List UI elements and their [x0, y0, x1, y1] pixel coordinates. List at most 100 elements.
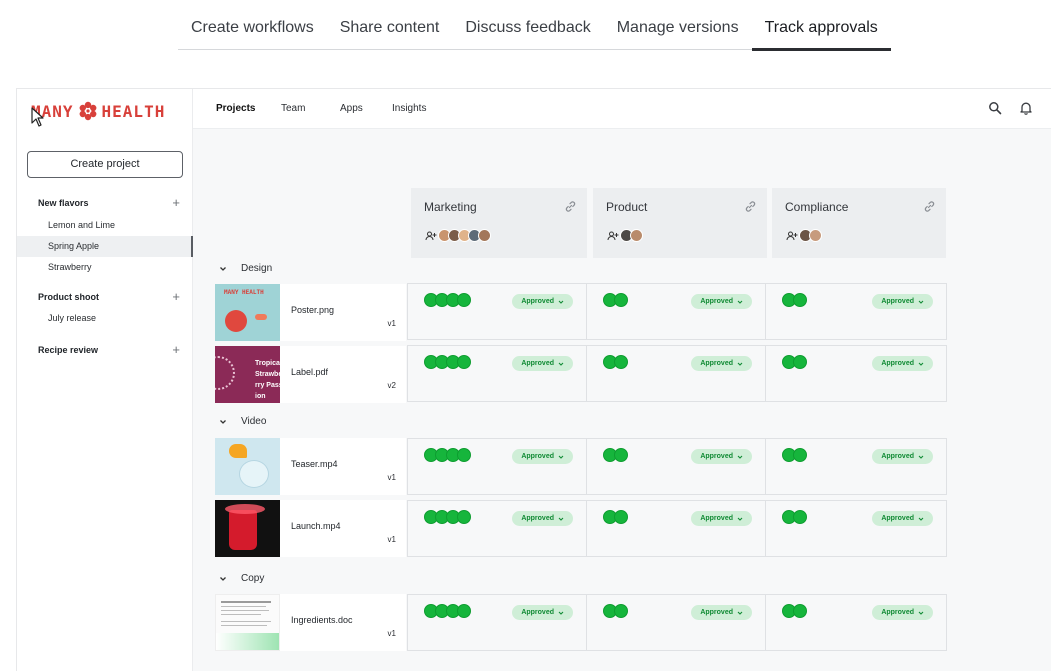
approval-cell-compliance[interactable]: Approved	[765, 594, 947, 651]
link-icon[interactable]	[564, 200, 577, 213]
column-title: Compliance	[785, 200, 849, 214]
file-name: Launch.mp4	[291, 521, 341, 531]
status-badge-approved[interactable]: Approved	[691, 294, 752, 309]
approval-cell-marketing[interactable]: Approved	[407, 500, 587, 557]
approval-cell-marketing[interactable]: Approved	[407, 345, 587, 402]
reviewer-avatars[interactable]	[607, 229, 643, 242]
thumbnail-brand-text: MANY HEALTH	[224, 289, 264, 296]
approver-dots	[603, 448, 628, 462]
brand-logo[interactable]: MANY HEALTH	[31, 101, 165, 121]
approval-cell-marketing[interactable]: Approved	[407, 594, 587, 651]
chevron-down-icon	[918, 611, 924, 615]
status-badge-approved[interactable]: Approved	[512, 356, 573, 371]
approver-dots	[424, 355, 471, 369]
status-badge-approved[interactable]: Approved	[512, 449, 573, 464]
sidebar-item-lemon-and-lime[interactable]: Lemon and Lime	[17, 215, 193, 236]
nav-group-recipe-review: Recipe review +	[17, 340, 193, 360]
approval-cell-product[interactable]: Approved	[586, 500, 766, 557]
nav-group-title[interactable]: Recipe review +	[17, 340, 193, 360]
link-icon[interactable]	[923, 200, 936, 213]
approval-cell-product[interactable]: Approved	[586, 438, 766, 495]
status-badge-approved[interactable]: Approved	[872, 294, 933, 309]
file-version: v1	[387, 319, 396, 328]
approver-dots	[782, 293, 807, 307]
chevron-down-icon	[918, 300, 924, 304]
sidebar-item-strawberry[interactable]: Strawberry	[17, 257, 193, 278]
sidebar-item-july-release[interactable]: July release	[17, 308, 193, 329]
group-toggle-video[interactable]: Video	[219, 416, 266, 427]
approval-cell-compliance[interactable]: Approved	[765, 345, 947, 402]
top-navigation: Projects Team Apps Insights	[193, 89, 1051, 129]
nav-group-title[interactable]: Product shoot +	[17, 287, 193, 307]
approver-dots	[424, 510, 471, 524]
bell-icon[interactable]	[1019, 101, 1033, 115]
create-project-button[interactable]: Create project	[27, 151, 183, 178]
column-title: Product	[606, 200, 648, 214]
chevron-down-icon	[737, 611, 743, 615]
status-badge-approved[interactable]: Approved	[872, 511, 933, 526]
approver-dots	[603, 293, 628, 307]
file-row-poster[interactable]: MANY HEALTH Poster.png v1	[215, 284, 406, 341]
status-badge-approved[interactable]: Approved	[872, 356, 933, 371]
add-person-icon[interactable]	[786, 231, 798, 241]
approval-cell-product[interactable]: Approved	[586, 283, 766, 340]
feature-tab-create-workflows[interactable]: Create workflows	[178, 0, 327, 50]
status-badge-approved[interactable]: Approved	[691, 356, 752, 371]
status-badge-approved[interactable]: Approved	[512, 511, 573, 526]
chevron-down-icon	[737, 455, 743, 459]
chevron-down-icon	[558, 611, 564, 615]
status-badge-approved[interactable]: Approved	[512, 605, 573, 620]
approval-cell-compliance[interactable]: Approved	[765, 438, 947, 495]
chevron-down-icon	[918, 362, 924, 366]
reviewer-avatars[interactable]	[425, 229, 491, 242]
approval-cell-marketing[interactable]: Approved	[407, 438, 587, 495]
status-badge-approved[interactable]: Approved	[872, 605, 933, 620]
avatar	[630, 229, 643, 242]
topnav-team[interactable]: Team	[281, 103, 305, 114]
approval-cell-marketing[interactable]: Approved	[407, 283, 587, 340]
add-plus-icon[interactable]: +	[172, 193, 180, 213]
group-toggle-copy[interactable]: Copy	[219, 573, 264, 584]
add-person-icon[interactable]	[425, 231, 437, 241]
column-title: Marketing	[424, 200, 477, 214]
topnav-apps[interactable]: Apps	[340, 103, 363, 114]
file-row-ingredients[interactable]: Ingredients.doc v1	[215, 594, 406, 651]
approval-cell-compliance[interactable]: Approved	[765, 500, 947, 557]
thumbnail-label-text: Tropical Strawberry Passion	[255, 360, 280, 400]
feature-tab-track-approvals[interactable]: Track approvals	[751, 0, 892, 51]
chevron-down-icon	[918, 517, 924, 521]
chevron-down-icon	[220, 419, 226, 424]
approval-cell-product[interactable]: Approved	[586, 594, 766, 651]
add-plus-icon[interactable]: +	[172, 287, 180, 307]
status-badge-approved[interactable]: Approved	[872, 449, 933, 464]
approval-cell-compliance[interactable]: Approved	[765, 283, 947, 340]
nav-group-product-shoot: Product shoot + July release	[17, 287, 193, 329]
file-version: v1	[387, 473, 396, 482]
file-row-label[interactable]: Tropical Strawberry Passion Label.pdf v2	[215, 346, 406, 403]
file-name: Ingredients.doc	[291, 615, 353, 625]
column-header-marketing: Marketing	[411, 188, 587, 258]
file-row-launch[interactable]: Launch.mp4 v1	[215, 500, 406, 557]
approver-dots	[424, 293, 471, 307]
approval-cell-product[interactable]: Approved	[586, 345, 766, 402]
chevron-down-icon	[737, 517, 743, 521]
link-icon[interactable]	[744, 200, 757, 213]
approver-dots	[603, 355, 628, 369]
add-plus-icon[interactable]: +	[172, 340, 180, 360]
add-person-icon[interactable]	[607, 231, 619, 241]
reviewer-avatars[interactable]	[786, 229, 822, 242]
feature-tab-share-content[interactable]: Share content	[326, 0, 453, 50]
search-icon[interactable]	[988, 101, 1002, 115]
topnav-insights[interactable]: Insights	[392, 103, 426, 114]
status-badge-approved[interactable]: Approved	[691, 605, 752, 620]
status-badge-approved[interactable]: Approved	[691, 511, 752, 526]
nav-group-title[interactable]: New flavors +	[17, 193, 193, 213]
feature-tab-manage-versions[interactable]: Manage versions	[603, 0, 752, 50]
sidebar-item-spring-apple[interactable]: Spring Apple	[17, 236, 193, 257]
group-toggle-design[interactable]: Design	[219, 263, 272, 274]
topnav-projects[interactable]: Projects	[216, 103, 255, 114]
file-row-teaser[interactable]: Teaser.mp4 v1	[215, 438, 406, 495]
status-badge-approved[interactable]: Approved	[512, 294, 573, 309]
status-badge-approved[interactable]: Approved	[691, 449, 752, 464]
feature-tab-discuss-feedback[interactable]: Discuss feedback	[452, 0, 604, 50]
